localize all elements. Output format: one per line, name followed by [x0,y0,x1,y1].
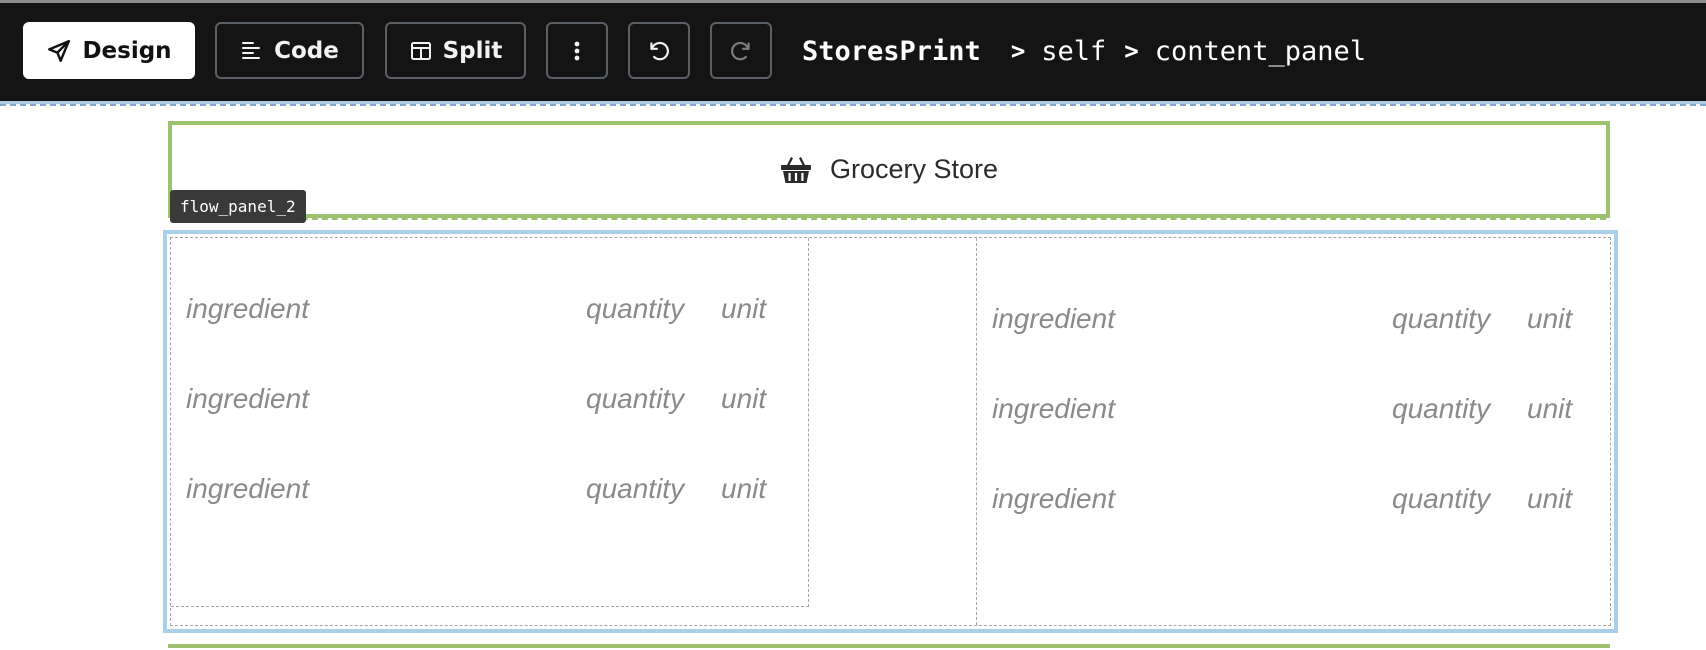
redo-button[interactable] [710,22,772,79]
content-grid: ingredient quantity unit ingredient quan… [170,237,1611,626]
design-button-label: Design [82,37,172,64]
quantity-label: quantity [1392,393,1491,424]
unit-label: unit [721,473,767,504]
split-button-label: Split [442,37,503,64]
breadcrumb-separator: > [1010,37,1026,65]
list-item[interactable]: ingredient quantity unit [992,483,1592,523]
list-item[interactable]: ingredient quantity unit [186,383,786,423]
quantity-label: quantity [586,293,685,324]
content-panel[interactable]: ingredient quantity unit ingredient quan… [163,230,1618,633]
unit-label: unit [721,383,767,414]
list-item[interactable]: ingredient quantity unit [992,303,1592,343]
breadcrumb-root[interactable]: StoresPrint [802,36,981,67]
next-flow-panel-edge [168,644,1610,650]
more-vertical-icon [572,39,582,63]
quantity-label: quantity [586,383,685,414]
undo-button[interactable] [628,22,690,79]
ingredient-label: ingredient [992,303,1115,334]
store-title: Grocery Store [780,154,998,185]
breadcrumb-item-content-panel[interactable]: content_panel [1155,36,1366,67]
list-item[interactable]: ingredient quantity unit [992,393,1592,433]
list-item[interactable]: ingredient quantity unit [186,473,786,513]
split-button[interactable]: Split [385,22,526,79]
ingredient-label: ingredient [992,483,1115,514]
ingredient-label: ingredient [992,393,1115,424]
more-options-button[interactable] [546,22,608,79]
quantity-label: quantity [1392,303,1491,334]
unit-label: unit [1527,393,1573,424]
breadcrumb-item-self[interactable]: self [1041,36,1106,67]
redo-icon [728,38,754,64]
basket-icon [780,156,812,184]
canvas-guide-line [0,104,1706,106]
unit-label: unit [1527,483,1573,514]
unit-label: unit [1527,303,1573,334]
undo-icon [646,38,672,64]
editor-toolbar: Design Code Split StoresPrint > self > c… [0,0,1706,102]
design-button[interactable]: Design [23,22,195,79]
quantity-label: quantity [586,473,685,504]
send-icon [46,38,72,64]
align-left-icon [240,39,264,63]
list-item[interactable]: ingredient quantity unit [186,293,786,333]
unit-label: unit [721,293,767,324]
quantity-label: quantity [1392,483,1491,514]
breadcrumb: StoresPrint > self > content_panel [802,31,1366,71]
split-view-icon [409,39,433,63]
header-flow-panel[interactable]: Grocery Store [168,121,1610,220]
ingredient-label: ingredient [186,383,309,414]
store-title-text: Grocery Store [829,154,999,184]
right-ingredient-column[interactable]: ingredient quantity unit ingredient quan… [977,238,1612,625]
breadcrumb-separator: > [1124,37,1139,65]
ingredient-label: ingredient [186,473,309,504]
ingredient-label: ingredient [186,293,309,324]
code-button[interactable]: Code [215,22,364,79]
code-button-label: Code [274,37,339,64]
panel-name-tag: flow_panel_2 [170,190,306,223]
left-ingredient-column[interactable]: ingredient quantity unit ingredient quan… [171,238,809,607]
